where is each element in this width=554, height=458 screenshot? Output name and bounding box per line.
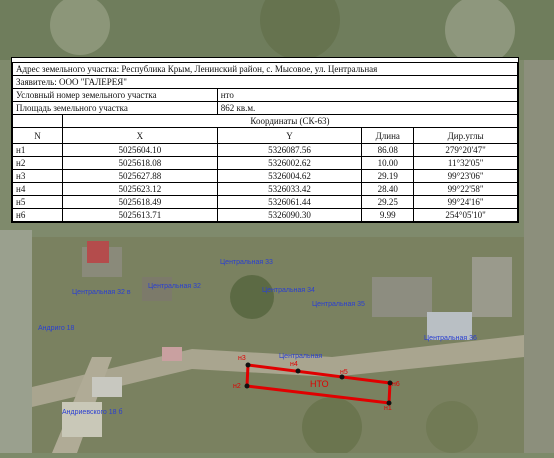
map-image [32, 237, 524, 457]
cond-number-label: Условный номер земельного участка [12, 88, 218, 102]
map-label-c33: Центральная 33 [220, 259, 273, 266]
map-label-street: Центральная [279, 353, 323, 360]
point-x: 5025618.08 [61, 156, 218, 170]
point-x: 5025618.49 [61, 195, 218, 209]
col-n-header: N [12, 127, 63, 144]
table-row: н1 5025604.10 5326087.56 86.08 279°20'47" [12, 143, 518, 157]
point-n: н2 [12, 156, 63, 170]
point-n: н1 [12, 143, 63, 157]
address-text: Адрес земельного участка: Республика Кры… [12, 62, 518, 76]
segment-angle: 279°20'47" [413, 143, 518, 157]
applicant-text: Заявитель: ООО "ГАЛЕРЕЯ" [12, 75, 518, 89]
point-y: 5326090.30 [216, 208, 363, 222]
point-y: 5326002.62 [216, 156, 363, 170]
point-label-n5: н5 [340, 369, 348, 376]
segment-length: 29.25 [361, 195, 415, 209]
segment-length: 29.19 [361, 169, 415, 183]
coordinates-table: Адрес земельного участка: Республика Кры… [12, 58, 519, 222]
col-y-header: Y [216, 127, 363, 144]
land-plot-sheet: Адрес земельного участка: Республика Кры… [11, 57, 519, 223]
map-label-c32v: Центральная 32 в [72, 289, 131, 296]
point-x: 5025613.71 [61, 208, 218, 222]
point-y: 5326087.56 [216, 143, 363, 157]
segment-length: 9.99 [361, 208, 415, 222]
point-x: 5025623.12 [61, 182, 218, 196]
col-x-header: X [61, 127, 218, 144]
site-map: Центральная 33 Центральная 32 в Централь… [32, 237, 524, 457]
map-label-c34: Центральная 34 [262, 287, 315, 294]
map-label-c36: Центральная 36 [424, 335, 477, 342]
parcel-label: НТО [310, 379, 329, 389]
point-label-n6: н6 [392, 381, 400, 388]
point-label-n1: н1 [384, 405, 392, 412]
point-y: 5326033.42 [216, 182, 363, 196]
segment-angle: 254°05'10" [413, 208, 518, 222]
segment-length: 86.08 [361, 143, 415, 157]
point-label-n2: н2 [233, 383, 241, 390]
point-y: 5326004.62 [216, 169, 363, 183]
cond-number-value: нто [216, 88, 519, 102]
point-x: 5025627.88 [61, 169, 218, 183]
segment-angle: 99°24'16" [413, 195, 518, 209]
table-row: н6 5025613.71 5326090.30 9.99 254°05'10" [12, 208, 518, 222]
segment-angle: 11°32'05" [413, 156, 518, 170]
map-label-andr18b: Андриевского 18 б [62, 409, 123, 416]
map-label-c32: Центральная 32 [148, 283, 201, 290]
col-angle-header: Дир.углы [413, 127, 518, 144]
point-label-n3: н3 [238, 355, 246, 362]
segment-angle: 99°22'58" [413, 182, 518, 196]
map-label-andr18: Андриго 18 [38, 325, 75, 332]
area-label: Площадь земельного участка [12, 101, 218, 115]
area-value: 862 кв.м. [216, 101, 519, 115]
point-x: 5025604.10 [61, 143, 218, 157]
segment-angle: 99°23'06" [413, 169, 518, 183]
point-n: н3 [12, 169, 63, 183]
point-n: н4 [12, 182, 63, 196]
segment-length: 10.00 [361, 156, 415, 170]
col-length-header: Длина [361, 127, 415, 144]
point-n: н6 [12, 208, 63, 222]
coords-title: Координаты (СК-63) [61, 114, 519, 128]
table-row: н2 5025618.08 5326002.62 10.00 11°32'05" [12, 156, 518, 170]
table-row: н3 5025627.88 5326004.62 29.19 99°23'06" [12, 169, 518, 183]
segment-length: 28.40 [361, 182, 415, 196]
point-y: 5326061.44 [216, 195, 363, 209]
map-label-c35: Центральная 35 [312, 301, 365, 308]
point-label-n4: н4 [290, 361, 298, 368]
point-n: н5 [12, 195, 63, 209]
table-row: н5 5025618.49 5326061.44 29.25 99°24'16" [12, 195, 518, 209]
table-row: н4 5025623.12 5326033.42 28.40 99°22'58" [12, 182, 518, 196]
